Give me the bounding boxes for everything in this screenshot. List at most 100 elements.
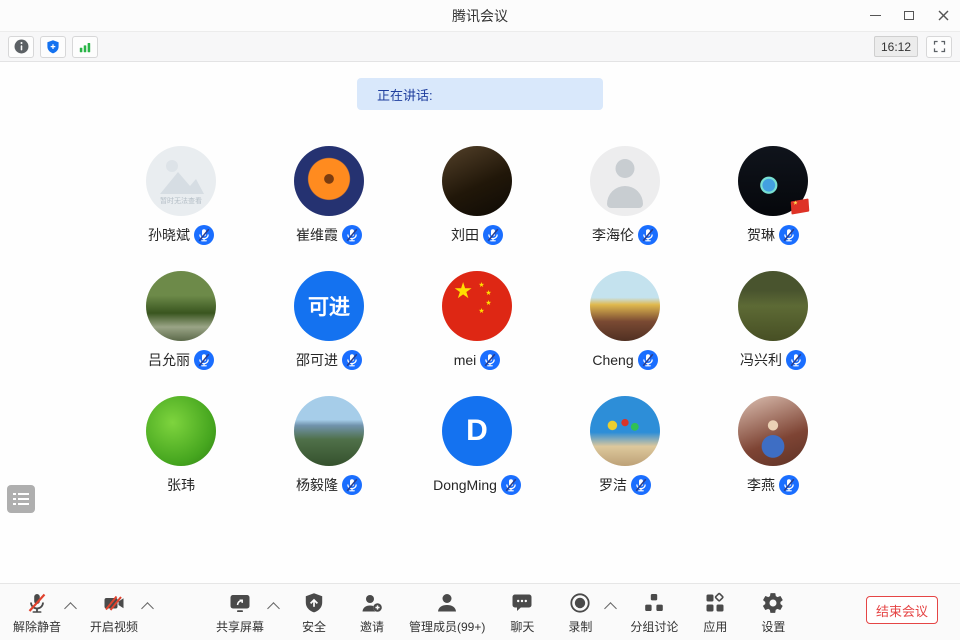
participant-avatar (442, 146, 512, 216)
member-list-button[interactable] (7, 485, 35, 513)
mic-muted-icon (25, 590, 49, 616)
toolbar-security-button[interactable]: 安全 (290, 590, 338, 635)
meeting-info-button[interactable] (8, 36, 34, 58)
participant-name: DongMing (433, 477, 497, 493)
participant-tile[interactable]: 暂时无法查看孙晓斌 (107, 146, 255, 271)
mic-muted-icon (786, 350, 806, 370)
mic-muted-icon (779, 225, 799, 245)
participant-tile[interactable]: 罗洁 (551, 396, 699, 521)
participant-tile[interactable]: 可进邵可进 (255, 271, 403, 396)
participant-name: 贺琳 (747, 225, 775, 245)
network-signal-icon (77, 39, 93, 55)
security-shield-icon (45, 39, 61, 55)
toolbar-settings-button[interactable]: 设置 (749, 590, 797, 635)
mic-muted-icon (480, 350, 500, 370)
participant-nameline: 孙晓斌 (148, 225, 214, 245)
participant-tile[interactable]: 李海伦 (551, 146, 699, 271)
participant-grid: 暂时无法查看孙晓斌崔维霞刘田李海伦 ★ 贺琳吕允丽 可进邵可进 ★★★★★ mei Chen… (107, 146, 847, 521)
meeting-timer: 16:12 (874, 36, 918, 57)
chevron-up-icon[interactable] (64, 602, 77, 615)
toolbar-label: 开启视频 (90, 618, 138, 635)
participant-tile[interactable]: 李燕 (699, 396, 847, 521)
meeting-toolbar: 解除静音 开启视频 共享屏幕 安全 邀请管理成员(99+) 聊天 录制分组讨论应用 设置 结… (0, 583, 960, 640)
minimize-button[interactable] (858, 0, 892, 31)
mic-muted-icon (501, 475, 521, 495)
participant-avatar (738, 396, 808, 466)
titlebar: 腾讯会议 (0, 0, 960, 32)
close-button[interactable] (926, 0, 960, 31)
participant-avatar (146, 396, 216, 466)
participant-tile[interactable]: 杨毅隆 (255, 396, 403, 521)
toolbar-label: 设置 (761, 618, 785, 635)
participant-avatar (590, 396, 660, 466)
toolbar-members-button[interactable]: 管理成员(99+) (406, 590, 488, 635)
toolbar-record-button[interactable]: 录制 (556, 590, 604, 635)
participant-tile[interactable]: ★★★★★ mei (403, 271, 551, 396)
window-controls (858, 0, 960, 31)
toolbar-camera-off-button[interactable]: 开启视频 (87, 590, 141, 635)
breakout-icon (642, 590, 666, 616)
apps-icon (703, 590, 727, 616)
participant-tile[interactable]: 吕允丽 (107, 271, 255, 396)
participant-avatar (146, 271, 216, 341)
toolbar-apps-button[interactable]: 应用 (691, 590, 739, 635)
toolbar-label: 聊天 (510, 618, 534, 635)
avatar-initials: D (466, 414, 488, 448)
participant-nameline: 罗洁 (599, 475, 651, 495)
mic-muted-icon (631, 475, 651, 495)
toolbar-label: 安全 (302, 618, 326, 635)
flag-badge: ★ (791, 198, 810, 214)
close-icon (938, 10, 949, 21)
toolbar-invite-button[interactable]: 邀请 (348, 590, 396, 635)
participant-name: Cheng (592, 352, 633, 368)
participant-nameline: mei (454, 350, 501, 370)
toolbar-share-screen-button[interactable]: 共享屏幕 (213, 590, 267, 635)
toolbar-mic-muted-button[interactable]: 解除静音 (10, 590, 64, 635)
participant-nameline: 吕允丽 (148, 350, 214, 370)
participant-tile[interactable]: 冯兴利 (699, 271, 847, 396)
chevron-up-icon[interactable] (267, 602, 280, 615)
security-status-button[interactable] (40, 36, 66, 58)
toolbar-item-wrap: 邀请 (348, 590, 396, 635)
chevron-up-icon[interactable] (605, 602, 618, 615)
toolbar-item-wrap: 安全 (290, 590, 338, 635)
toolbar-label: 共享屏幕 (216, 618, 264, 635)
toolbar-item-wrap: 聊天 (498, 590, 546, 635)
meeting-window: 腾讯会议 16:12 正在讲话: 暂时无法查看孙晓斌崔维霞 (0, 0, 960, 640)
toolbar-label: 解除静音 (13, 618, 61, 635)
end-meeting-button[interactable]: 结束会议 (866, 596, 938, 624)
participant-name: 吕允丽 (148, 350, 190, 370)
network-status-button[interactable] (72, 36, 98, 58)
meeting-topbar: 16:12 (0, 32, 960, 62)
toolbar-item-wrap: 管理成员(99+) (406, 590, 488, 635)
toolbar-chat-button[interactable]: 聊天 (498, 590, 546, 635)
mic-muted-icon (779, 475, 799, 495)
toolbar-breakout-button[interactable]: 分组讨论 (627, 590, 681, 635)
mic-muted-icon (342, 225, 362, 245)
participant-name: 李海伦 (592, 225, 634, 245)
record-icon (568, 590, 592, 616)
participant-tile[interactable]: 刘田 (403, 146, 551, 271)
toolbar-label: 应用 (703, 618, 727, 635)
participant-nameline: 杨毅隆 (296, 475, 362, 495)
meeting-main-area: 正在讲话: 暂时无法查看孙晓斌崔维霞刘田李海伦★贺琳吕允丽可进邵可进★★★★★m… (0, 62, 960, 583)
minimize-icon (870, 15, 881, 17)
participant-name: 孙晓斌 (148, 225, 190, 245)
camera-off-icon (102, 590, 126, 616)
maximize-button[interactable] (892, 0, 926, 31)
participant-nameline: 张玮 (167, 475, 195, 495)
participant-tile[interactable]: 张玮 (107, 396, 255, 521)
toolbar-item-wrap: 分组讨论 (627, 590, 681, 635)
chevron-up-icon[interactable] (141, 602, 154, 615)
window-title: 腾讯会议 (0, 6, 960, 26)
participant-tile[interactable]: D DongMing (403, 396, 551, 521)
participant-tile[interactable]: 崔维霞 (255, 146, 403, 271)
maximize-icon (904, 11, 914, 20)
participant-tile[interactable]: ★ 贺琳 (699, 146, 847, 271)
participant-avatar (590, 146, 660, 216)
participant-avatar: ★★★★★ (442, 271, 512, 341)
participant-nameline: 冯兴利 (740, 350, 806, 370)
toolbar-item-wrap: 应用 (691, 590, 739, 635)
fullscreen-button[interactable] (926, 36, 952, 58)
participant-tile[interactable]: Cheng (551, 271, 699, 396)
